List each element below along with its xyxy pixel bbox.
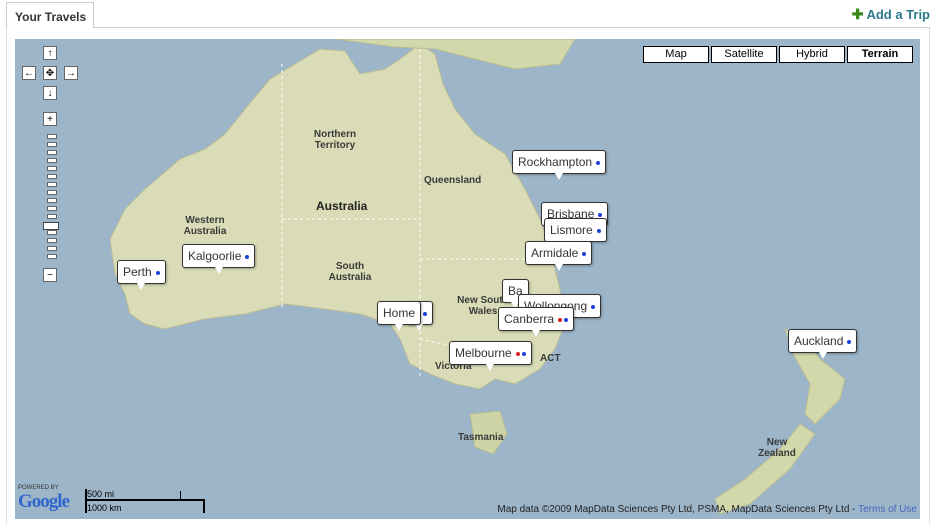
pan-left-icon[interactable]: ←: [22, 66, 36, 80]
pan-right-icon[interactable]: →: [64, 66, 78, 80]
new-guinea-landmass: [334, 39, 576, 70]
scale-bar: 500 mi 1000 km: [85, 489, 205, 513]
tab-label: Your Travels: [15, 10, 87, 24]
marker-label: Auckland: [794, 334, 844, 348]
marker-lismore[interactable]: Lismore: [544, 218, 607, 248]
map-canvas[interactable]: Map Satellite Hybrid Terrain ↑ ← ✥ → ↓ +…: [15, 39, 920, 519]
dot-icon: [564, 317, 569, 322]
zoom-in-icon[interactable]: +: [43, 112, 57, 126]
dot-icon: [598, 212, 603, 217]
label-tasmania: Tasmania: [458, 432, 504, 443]
plus-icon: ✚: [851, 6, 864, 22]
marker-label: Kalgoorlie: [188, 249, 242, 263]
pan-down-icon[interactable]: ↓: [43, 86, 57, 100]
label-australia: Australia: [316, 199, 368, 213]
marker-label: Lismore: [550, 223, 593, 237]
map-type-satellite[interactable]: Satellite: [711, 46, 777, 63]
zoom-out-icon[interactable]: −: [43, 268, 57, 282]
copyright-text: Map data ©2009 MapData Sciences Pty Ltd,…: [497, 504, 859, 515]
marker-perth[interactable]: Perth: [117, 260, 166, 290]
marker-canberra[interactable]: Canberra: [498, 307, 575, 337]
marker-auckland[interactable]: Auckland: [788, 329, 858, 359]
map-type-hybrid[interactable]: Hybrid: [779, 46, 845, 63]
scale-metric: 1000 km: [87, 503, 122, 513]
terms-of-use-link[interactable]: Terms of Use: [858, 504, 917, 515]
marker-label: Canberra: [504, 312, 555, 326]
map-type-terrain[interactable]: Terrain: [847, 46, 913, 63]
zoom-slider[interactable]: [43, 134, 59, 264]
map-type-map[interactable]: Map: [643, 46, 709, 63]
dot-icon: [245, 254, 250, 259]
google-logo[interactable]: POWERED BY Google: [18, 485, 70, 513]
marker-rockhampton[interactable]: Rockhampton: [512, 150, 607, 180]
dot-icon: [596, 160, 601, 165]
dot-icon: [847, 339, 852, 344]
label-queensland: Queensland: [424, 175, 482, 186]
dot-icon: [558, 317, 563, 322]
label-south-australia: South Australia: [328, 261, 372, 283]
map-type-bar: Map Satellite Hybrid Terrain: [643, 46, 913, 63]
dot-icon: [521, 351, 526, 356]
pan-center-icon[interactable]: ✥: [43, 66, 57, 80]
dot-icon: [591, 304, 596, 309]
dot-icon: [515, 351, 520, 356]
marker-label: Armidale: [531, 246, 579, 260]
zoom-slider-thumb[interactable]: [43, 222, 59, 230]
dot-icon: [596, 228, 601, 233]
dot-icon: [155, 270, 160, 275]
brand-text: Google: [18, 491, 70, 512]
scale-imperial: 500 mi: [87, 489, 115, 499]
marker-label: Rockhampton: [518, 155, 593, 169]
marker-label: Perth: [123, 265, 152, 279]
marker-home[interactable]: Home: [377, 301, 422, 331]
label-western-australia: Western Australia: [183, 215, 227, 237]
marker-melbourne[interactable]: Melbourne: [449, 341, 532, 371]
marker-armidale[interactable]: Armidale: [525, 241, 593, 271]
marker-label: Home: [383, 306, 416, 320]
label-act: ACT: [540, 353, 561, 364]
marker-label: Melbourne: [455, 346, 512, 360]
tab-your-travels[interactable]: Your Travels: [6, 2, 94, 28]
map-copyright: Map data ©2009 MapData Sciences Pty Ltd,…: [497, 504, 917, 515]
pan-up-icon[interactable]: ↑: [43, 46, 57, 60]
add-trip-link[interactable]: ✚ Add a Trip: [852, 6, 930, 23]
label-new-zealand: New Zealand: [758, 437, 796, 459]
dot-icon: [582, 251, 587, 256]
label-northern-territory: Northern Territory: [313, 129, 357, 151]
dot-icon: [422, 311, 427, 316]
add-trip-label: Add a Trip: [866, 7, 930, 22]
marker-kalgoorlie[interactable]: Kalgoorlie: [182, 244, 256, 274]
